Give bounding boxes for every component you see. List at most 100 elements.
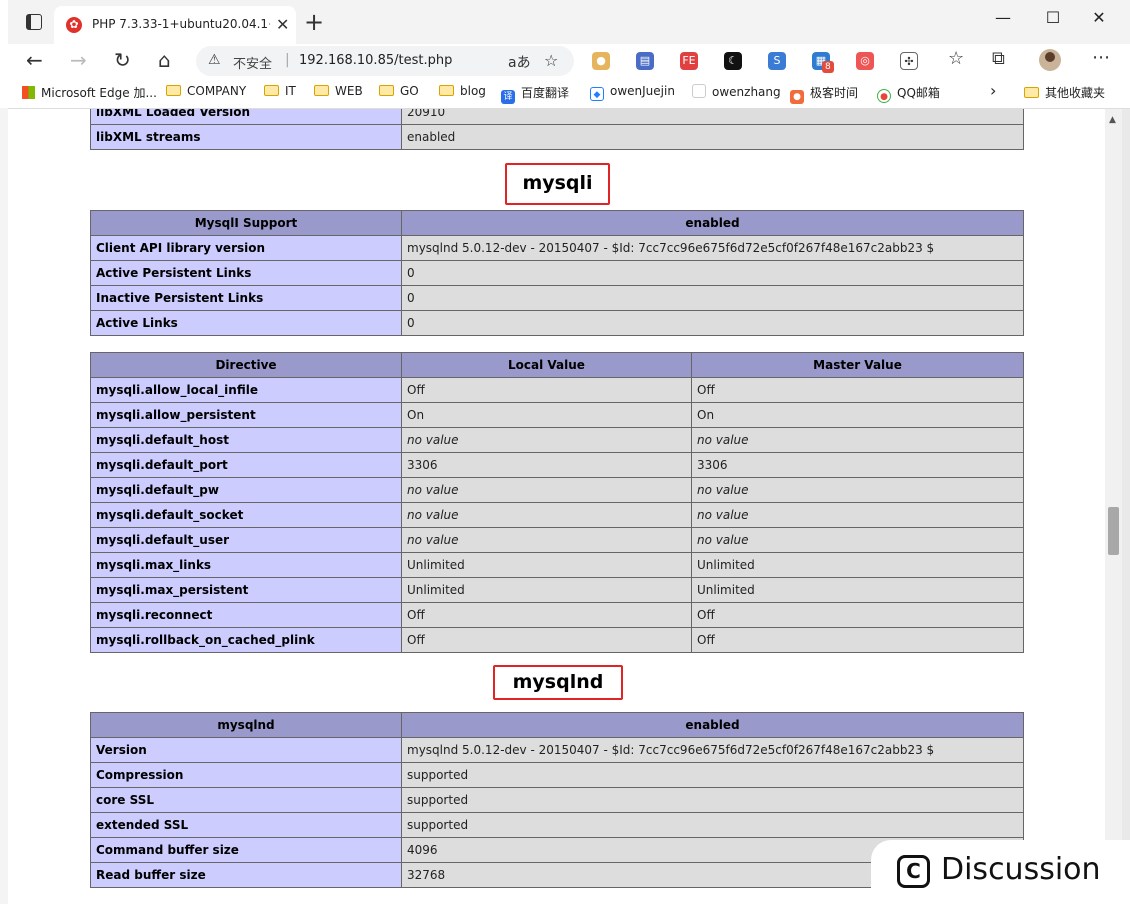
vertical-scrollbar[interactable]: ▲ <box>1105 109 1122 904</box>
section-title-mysqli: mysqli <box>505 163 610 205</box>
table-value-cell: no value <box>691 502 1024 528</box>
bookmarks-overflow-chevron-icon[interactable]: › <box>990 81 996 100</box>
bookmark-other-favorites[interactable]: 其他收藏夹 <box>1024 84 1105 101</box>
table-value-cell: Off <box>401 377 692 403</box>
table-value-cell: On <box>401 402 692 428</box>
table-value-cell: no value <box>691 527 1024 553</box>
table-row: mysqli.default_port 3306 3306 <box>90 452 1024 478</box>
extensions-puzzle-icon[interactable]: ✣ <box>900 52 918 70</box>
cookie-extension-icon[interactable]: ● <box>592 52 610 70</box>
browser-tab[interactable]: ✿ PHP 7.3.33-1+ubuntu20.04.1+deb ✕ <box>54 6 296 44</box>
more-menu-icon[interactable]: ⋯ <box>1092 47 1110 68</box>
tab-close-icon[interactable]: ✕ <box>276 15 289 34</box>
folder-icon <box>264 85 279 96</box>
table-row: mysqli.allow_local_infile Off Off <box>90 377 1024 403</box>
table-value-cell: 0 <box>401 285 1024 311</box>
maximize-button[interactable]: ☐ <box>1030 8 1076 27</box>
bookmark-label: GO <box>400 84 419 98</box>
forward-arrow-icon[interactable]: → <box>70 48 87 72</box>
discussion-label: Discussion <box>941 852 1101 887</box>
browser-toolbar: ← → ↻ ⌂ ⚠ 不安全 | 192.168.10.85/test.php a… <box>8 44 1130 78</box>
bookmark-folder-blog[interactable]: blog <box>439 84 486 98</box>
scrollbar-thumb[interactable] <box>1108 507 1119 555</box>
table-value-cell: Unlimited <box>401 552 692 578</box>
table-row: Active Links 0 <box>90 310 1024 336</box>
table-row: libXML Loaded Version 20910 <box>90 109 1024 125</box>
dark-mode-moon-icon[interactable]: ☾ <box>724 52 742 70</box>
read-aloud-icon[interactable]: aあ <box>508 52 531 72</box>
table-key-cell: core SSL <box>90 787 402 813</box>
profile-avatar[interactable] <box>1039 49 1061 71</box>
back-arrow-icon[interactable]: ← <box>26 48 43 72</box>
bookmark-microsoft-edge[interactable]: Microsoft Edge 加... <box>22 84 157 101</box>
microsoft-logo-icon <box>22 86 35 99</box>
bookmark-qq-mail[interactable]: ● QQ邮箱 <box>877 84 940 103</box>
window-extension-icon[interactable]: ▤ <box>636 52 654 70</box>
bookmark-label: owenJuejin <box>610 84 675 98</box>
favorites-icon[interactable]: ☆ <box>948 48 964 69</box>
bookmark-label: owenzhang <box>712 85 781 99</box>
bookmark-label: 百度翻译 <box>521 86 570 100</box>
collections-icon[interactable]: ⧉ <box>992 48 1005 69</box>
fe-extension-icon[interactable]: FE <box>680 52 698 70</box>
scroll-up-arrow-icon[interactable]: ▲ <box>1109 115 1116 125</box>
bookmark-folder-it[interactable]: IT <box>264 84 296 98</box>
translate-extension-icon[interactable]: S <box>768 52 786 70</box>
url-separator: | <box>285 52 290 68</box>
mysqli-info-rows: Client API library version mysqlnd 5.0.12… <box>90 235 1024 336</box>
add-favorite-star-icon[interactable]: ☆ <box>544 51 558 70</box>
table-value-cell: enabled <box>401 124 1024 150</box>
table-value-cell: 3306 <box>691 452 1024 478</box>
minimize-button[interactable]: — <box>980 8 1026 27</box>
close-window-button[interactable]: ✕ <box>1076 8 1122 27</box>
table-key-cell: Active Links <box>90 310 402 336</box>
home-icon[interactable]: ⌂ <box>158 48 171 72</box>
background-window-edge <box>1122 109 1130 904</box>
warning-icon[interactable]: ⚠ <box>208 52 221 68</box>
discussion-button[interactable]: C Discussion <box>871 840 1130 904</box>
table-row: mysqli.reconnect Off Off <box>90 602 1024 628</box>
table-key-cell: Read buffer size <box>90 862 402 888</box>
table-row: mysqli.allow_persistent On On <box>90 402 1024 428</box>
refresh-icon[interactable]: ↻ <box>114 48 131 72</box>
table-row: extended SSL supported <box>90 812 1024 838</box>
bookmark-label: QQ邮箱 <box>897 86 940 100</box>
table-key-cell: mysqli.default_socket <box>90 502 402 528</box>
table-value-cell: 3306 <box>401 452 692 478</box>
table-row: mysqli.max_links Unlimited Unlimited <box>90 552 1024 578</box>
url-text[interactable]: 192.168.10.85/test.php <box>299 53 452 68</box>
table-value-cell: supported <box>401 812 1024 838</box>
table-key-cell: Active Persistent Links <box>90 260 402 286</box>
page-viewport: libXML Loaded Version 20910 libXML streams… <box>8 109 1105 904</box>
table-key-cell: mysqli.max_links <box>90 552 402 578</box>
bookmark-folder-company[interactable]: COMPANY <box>166 84 246 98</box>
table-row: libXML streams enabled <box>90 124 1024 150</box>
table-header-cell: mysqlnd <box>90 712 402 738</box>
table-value-cell: supported <box>401 762 1024 788</box>
table-value-cell: Unlimited <box>401 577 692 603</box>
table-key-cell: Client API library version <box>90 235 402 261</box>
table-value-cell: Off <box>401 627 692 653</box>
folder-icon <box>439 85 454 96</box>
mysqli-directives-table: Directive Local Value Master Value mysql… <box>90 352 1024 653</box>
bookmark-folder-web[interactable]: WEB <box>314 84 363 98</box>
screenshot-extension-icon[interactable]: ◎ <box>856 52 874 70</box>
table-key-cell: mysqli.default_host <box>90 427 402 453</box>
table-value-cell: no value <box>691 477 1024 503</box>
extension-badge: 8 <box>822 61 834 73</box>
bookmark-owenzhang[interactable]: owenzhang <box>692 84 781 99</box>
bookmark-geektime[interactable]: ● 极客时间 <box>790 84 858 104</box>
table-row: Client API library version mysqlnd 5.0.12… <box>90 235 1024 261</box>
table-key-cell: mysqli.allow_persistent <box>90 402 402 428</box>
bookmark-baidu-translate[interactable]: 译百度翻译 <box>501 84 569 104</box>
new-tab-button[interactable]: + <box>304 8 324 36</box>
address-bar[interactable]: ⚠ 不安全 | 192.168.10.85/test.php aあ ☆ <box>196 46 574 76</box>
table-header-cell: MysqlI Support <box>90 210 402 236</box>
table-key-cell: mysqli.default_port <box>90 452 402 478</box>
security-label[interactable]: 不安全 <box>233 53 272 72</box>
bookmark-folder-go[interactable]: GO <box>379 84 419 98</box>
table-key-cell: libXML Loaded Version <box>90 109 402 125</box>
tab-actions-icon[interactable] <box>26 14 42 30</box>
table-row: Compression supported <box>90 762 1024 788</box>
bookmark-owenjuejin[interactable]: ◆ owenJuejin <box>590 84 675 101</box>
